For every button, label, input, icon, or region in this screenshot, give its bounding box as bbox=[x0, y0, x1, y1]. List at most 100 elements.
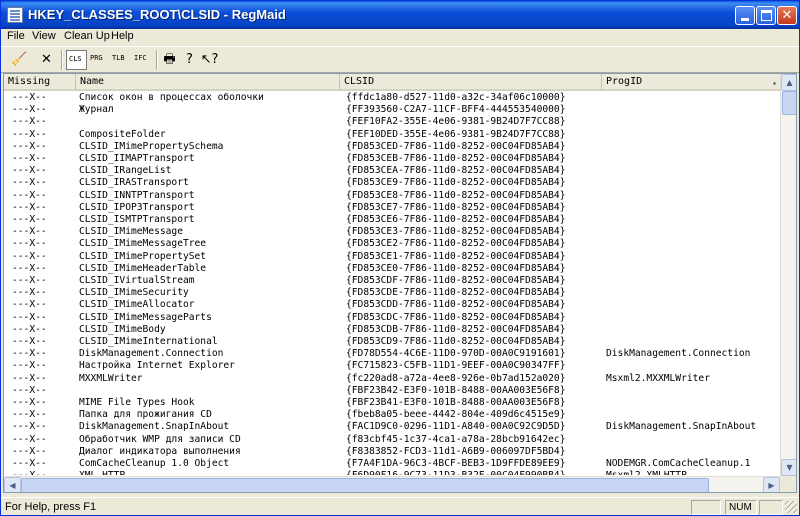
cell-progid: Msxml2.MXXMLWriter bbox=[606, 372, 710, 384]
print-button[interactable]: 🖶 bbox=[159, 50, 180, 70]
scroll-right-button[interactable]: ▶ bbox=[763, 477, 780, 492]
table-row[interactable]: ---X-- DiskManagement.Connection {FD78D554… bbox=[4, 348, 780, 360]
cell-name: CLSID_IMimeMessage bbox=[79, 226, 183, 238]
cell-missing: ---X-- bbox=[12, 226, 47, 238]
table-row[interactable]: ---X-- CompositeFolder {FEF10DED-355E-4e06… bbox=[4, 129, 780, 141]
menu-view[interactable]: View bbox=[32, 30, 56, 42]
table-row[interactable]: ---X-- Обработчик WMP для записи CD {f83cb… bbox=[4, 434, 780, 446]
cell-missing: ---X-- bbox=[12, 409, 47, 421]
table-row[interactable]: ---X-- ComCacheCleanup 1.0 Object {F7A4F1D… bbox=[4, 458, 780, 470]
cell-name: CLSID_IMimePropertySchema bbox=[79, 140, 224, 152]
table-row[interactable]: ---X-- Настройка Internet Explorer {FC7158… bbox=[4, 360, 780, 372]
cell-missing: ---X-- bbox=[12, 336, 47, 347]
cell-missing: ---X-- bbox=[12, 445, 47, 457]
clsid-view-button[interactable]: CLS bbox=[66, 50, 87, 70]
table-row[interactable]: ---X-- CLSID_IMimeHeaderTable {FD853CE0-7F… bbox=[4, 263, 780, 275]
table-row[interactable]: ---X-- CLSID_IMimeMessageParts {FD853CDC-7… bbox=[4, 312, 780, 324]
cell-missing: ---X-- bbox=[12, 104, 47, 116]
close-button[interactable]: ✕ bbox=[777, 6, 797, 25]
table-row[interactable]: ---X-- CLSID_IPOP3Transport {FD853CE7-7F86… bbox=[4, 202, 780, 214]
context-help-button[interactable]: ↖? bbox=[199, 50, 220, 70]
table-row[interactable]: ---X--XML HTTP {F6D90F16-9C73-11D3-B32E-0… bbox=[4, 470, 780, 475]
delete-button[interactable]: ✕ bbox=[36, 50, 57, 70]
table-row[interactable]: ---X-- Папка для прожигания CD {fbeb8a05-b… bbox=[4, 409, 780, 421]
toolbar-separator bbox=[61, 50, 63, 70]
cell-missing: ---X-- bbox=[12, 384, 47, 396]
table-row[interactable]: ---X-- Журнал {FF393560-C2A7-11CF-BFF4-444… bbox=[4, 104, 780, 116]
table-row[interactable]: ---X-- MIME File Types Hook {FBF23B41-E3F0… bbox=[4, 397, 780, 409]
table-row[interactable]: ---X-- CLSID_IRASTransport {FD853CE9-7F86-… bbox=[4, 177, 780, 189]
column-header-progid[interactable]: ProgID ▴ bbox=[602, 74, 780, 90]
vertical-scrollbar[interactable]: ▲ ▼ bbox=[780, 74, 796, 476]
cell-clsid: {FD853CE0-7F86-11d0-8252-00C04FD85AB4} bbox=[346, 262, 566, 274]
table-row[interactable]: ---X-- {FBF23B42-E3F0-101B-8488-00AA003E5… bbox=[4, 385, 780, 397]
table-row[interactable]: ---X-- DiskManagement.SnapInAbout {FAC1D9C… bbox=[4, 421, 780, 433]
regmaid-app-icon[interactable] bbox=[7, 7, 23, 23]
column-header-missing[interactable]: Missing bbox=[4, 74, 76, 90]
table-row[interactable]: ---X-- CLSID_IMimeBody {FD853CDB-7F86-11d0… bbox=[4, 324, 780, 336]
interface-view-button[interactable]: IFC bbox=[132, 50, 153, 70]
menu-clean-up[interactable]: Clean Up bbox=[64, 30, 110, 42]
interface-view-icon: IFC bbox=[134, 54, 147, 62]
vertical-scroll-thumb[interactable] bbox=[782, 91, 796, 115]
cell-clsid: {F6D90F16-9C73-11D3-B32E-00C04F990BB4} bbox=[346, 470, 602, 475]
cell-name: CLSID_IMimeMessageTree bbox=[79, 238, 207, 250]
table-row[interactable]: ---X-- CLSID_IMimeInternational {FD853CD9-… bbox=[4, 336, 780, 348]
cell-clsid: {FD78D554-4C6E-11D0-970D-00A0C9191601} bbox=[346, 348, 566, 360]
menu-bar: File View Clean Up Help bbox=[1, 29, 799, 45]
cell-missing: ---X-- bbox=[12, 128, 47, 140]
menu-file[interactable]: File bbox=[7, 30, 25, 42]
cell-missing: ---X-- bbox=[12, 92, 47, 103]
cell-clsid: {FD853CDD-7F86-11d0-8252-00C04FD85AB4} bbox=[346, 299, 566, 311]
resize-grip[interactable] bbox=[785, 501, 797, 513]
help-button[interactable]: ? bbox=[179, 50, 200, 70]
scroll-left-icon: ◀ bbox=[9, 481, 16, 490]
close-icon: ✕ bbox=[781, 8, 793, 23]
maximize-icon bbox=[761, 10, 772, 21]
scroll-up-button[interactable]: ▲ bbox=[781, 74, 796, 91]
toolbar-separator bbox=[156, 50, 158, 70]
horizontal-scroll-thumb[interactable] bbox=[21, 478, 709, 492]
table-row[interactable]: ---X-- CLSID_IVirtualStream {FD853CDF-7F86… bbox=[4, 275, 780, 287]
cell-clsid: {FC715823-C5FB-11D1-9EEF-00A0C90347FF} bbox=[346, 360, 566, 372]
progid-view-button[interactable]: PRG bbox=[88, 50, 109, 70]
clean-button[interactable]: 🧹 bbox=[9, 50, 30, 70]
cell-missing: ---X-- bbox=[12, 116, 47, 128]
typelib-view-button[interactable]: TLB bbox=[110, 50, 131, 70]
table-row[interactable]: ---X-- CLSID_IMimePropertySet {FD853CE1-7F… bbox=[4, 251, 780, 263]
cell-name: CLSID_INNTPTransport bbox=[79, 189, 195, 201]
title-bar[interactable]: HKEY_CLASSES_ROOT\CLSID - RegMaid ✕ bbox=[1, 1, 799, 29]
cell-name: Папка для прожигания CD bbox=[79, 409, 212, 421]
scroll-left-button[interactable]: ◀ bbox=[4, 477, 21, 492]
minimize-button[interactable] bbox=[735, 6, 755, 25]
column-header-name[interactable]: Name bbox=[76, 74, 340, 90]
table-row[interactable]: ---X-- CLSID_ISMTPTransport {FD853CE6-7F86… bbox=[4, 214, 780, 226]
table-row[interactable]: ---X-- CLSID_IIMAPTransport {FD853CEB-7F86… bbox=[4, 153, 780, 165]
sort-arrow-icon: ▴ bbox=[772, 78, 777, 87]
horizontal-scrollbar[interactable]: ◀ ▶ bbox=[4, 476, 780, 492]
table-row[interactable]: ---X-- {FEF10FA2-355E-4e06-9381-9B24D7F7C… bbox=[4, 116, 780, 128]
maximize-button[interactable] bbox=[756, 6, 776, 25]
cell-name: CLSID_IVirtualStream bbox=[79, 275, 195, 286]
cell-clsid: {FEF10FA2-355E-4e06-9381-9B24D7F7CC88} bbox=[346, 116, 566, 128]
table-row[interactable]: ---X-- CLSID_INNTPTransport {FD853CE8-7F86… bbox=[4, 190, 780, 202]
menu-help[interactable]: Help bbox=[111, 30, 134, 42]
table-row[interactable]: ---X-- CLSID_IMimeSecurity {FD853CDE-7F86-… bbox=[4, 287, 780, 299]
scroll-down-button[interactable]: ▼ bbox=[781, 459, 796, 476]
window-title: HKEY_CLASSES_ROOT\CLSID - RegMaid bbox=[28, 7, 286, 22]
column-header-clsid[interactable]: CLSID bbox=[340, 74, 602, 90]
table-row[interactable]: ---X-- Список окон в процессах оболочки {f… bbox=[4, 92, 780, 104]
table-row[interactable]: ---X-- CLSID_IMimeMessageTree {FD853CE2-7F… bbox=[4, 238, 780, 250]
table-row[interactable]: ---X-- CLSID_IRangeList {FD853CEA-7F86-11d… bbox=[4, 165, 780, 177]
table-row[interactable]: ---X-- MXXMLWriter {fc220ad8-a72a-4ee8-926… bbox=[4, 373, 780, 385]
table-row[interactable]: ---X-- CLSID_IMimePropertySchema {FD853CED… bbox=[4, 141, 780, 153]
help-icon: ? bbox=[186, 52, 193, 67]
table-row[interactable]: ---X-- CLSID_IMimeMessage {FD853CE3-7F86-1… bbox=[4, 226, 780, 238]
table-row[interactable]: ---X-- CLSID_IMimeAllocator {FD853CDD-7F86… bbox=[4, 299, 780, 311]
table-row[interactable]: ---X-- Диалог индикатора выполнения {F8383… bbox=[4, 446, 780, 458]
cell-name: MXXMLWriter bbox=[79, 372, 143, 384]
cell-clsid: {FF393560-C2A7-11CF-BFF4-444553540000} bbox=[346, 104, 566, 116]
clsid-list-view[interactable]: Missing Name CLSID ProgID ▴ ---X-- Список… bbox=[3, 73, 797, 493]
cell-clsid: {FD853CE2-7F86-11d0-8252-00C04FD85AB4} bbox=[346, 238, 566, 250]
cell-name: Диалог индикатора выполнения bbox=[79, 445, 241, 457]
